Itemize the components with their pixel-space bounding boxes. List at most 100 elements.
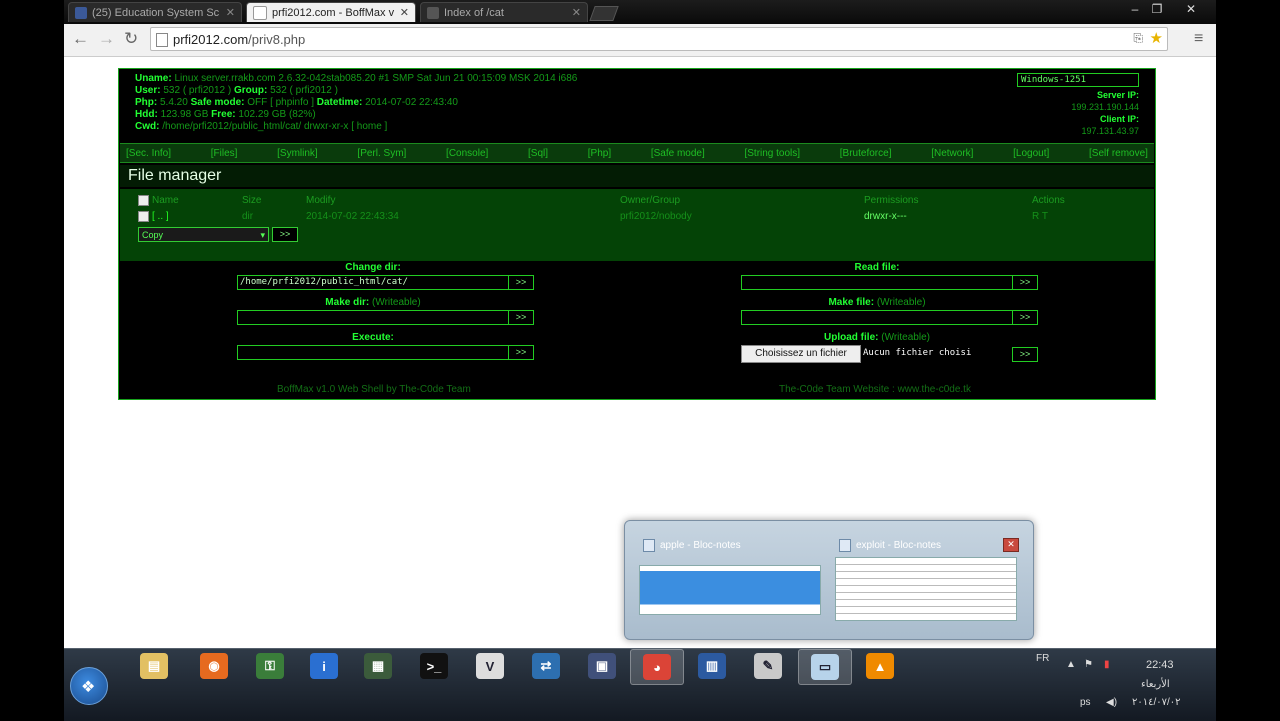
chrome-icon: ◕ [643,654,671,680]
col-size[interactable]: Size [242,195,261,206]
taskbar-app-paint[interactable]: ✎ [742,649,794,683]
taskbar-app-network-tool[interactable]: ⚿ [244,649,296,683]
network-icon[interactable]: ▮ [1104,659,1110,670]
speaker-icon[interactable]: ◀) [1106,697,1117,708]
forward-icon[interactable]: → [98,30,115,48]
home-link[interactable]: [ home ] [351,121,387,132]
taskbar-app-cmd[interactable]: >_ [408,649,460,683]
menu-perl-sym[interactable]: [Perl. Sym] [357,148,406,159]
taskbar-app-network-share[interactable]: ⇄ [520,649,572,683]
menu-logout[interactable]: [Logout] [1013,148,1049,159]
vmware-icon: V [476,653,504,679]
execute-input[interactable] [237,345,509,360]
make-dir-label: Make dir: (Writeable) [325,297,421,308]
preview-apple[interactable]: apple - Bloc-notes [643,539,741,552]
menu-string-tools[interactable]: [String tools] [744,148,800,159]
bookmark-star-icon[interactable]: ★ [1150,29,1163,47]
taskbar-app-remote-desktop[interactable]: ▥ [686,649,738,683]
choose-file-button[interactable]: Choisissez un fichier [741,345,861,363]
change-dir-go-button[interactable]: >> [508,275,534,290]
make-file-input[interactable] [741,310,1013,325]
row-permissions[interactable]: drwxr-x--- [864,211,907,222]
footer-website[interactable]: The-C0de Team Website : www.the-c0de.tk [779,384,971,395]
right-black-margin [1216,0,1280,720]
flag-icon[interactable]: ⚑ [1084,659,1093,670]
col-name[interactable]: Name [152,195,179,206]
tab-title: prfi2012.com - BoffMax v [272,6,395,19]
client-ip: 197.131.43.97 [1081,126,1139,136]
menu-symlink[interactable]: [Symlink] [277,148,318,159]
menu-self-remove[interactable]: [Self remove] [1089,148,1148,159]
system-tray: FR ▲ ⚑ ▮ ◀) ps 22:43 الأربعاء ٢٠١٤/٠٧/٠٢ [1036,649,1216,721]
translate-icon[interactable]: ⎘ [1133,31,1143,46]
web-shell-panel: Uname: Linux server.rrakb.com 2.6.32-042… [118,68,1156,400]
notepad-icon: ▭ [811,654,839,680]
taskbar-app-chrome[interactable]: ◕ [630,649,684,685]
tab-facebook[interactable]: (25) Education System Sc ✕ [68,2,242,22]
action-go-button[interactable]: >> [272,227,298,242]
row-actions[interactable]: R T [1032,211,1048,222]
reload-icon[interactable]: ↻ [124,30,138,48]
read-file-input[interactable] [741,275,1013,290]
tab-title: (25) Education System Sc [92,6,220,19]
thumbnail-exploit[interactable] [835,557,1017,621]
taskbar-app-utility[interactable]: ▣ [576,649,628,683]
read-file-go-button[interactable]: >> [1012,275,1038,290]
execute-label: Execute: [352,332,394,343]
taskbar-app-vlc[interactable]: ▲ [854,649,906,683]
address-bar[interactable]: prfi2012.com/priv8.php ⎘ ★ [150,27,1168,51]
info-icon: i [310,653,338,679]
taskbar-app-explorer[interactable]: ▤ [128,649,180,683]
col-permissions[interactable]: Permissions [864,195,918,206]
close-window-button[interactable]: ✕ [1180,0,1202,18]
back-icon[interactable]: ← [72,30,89,48]
tab-shell[interactable]: prfi2012.com - BoffMax v ✕ [246,2,416,22]
preview-exploit[interactable]: exploit - Bloc-notes [839,539,941,552]
make-dir-go-button[interactable]: >> [508,310,534,325]
remote-desktop-icon: ▥ [698,653,726,679]
tab-close-icon[interactable]: ✕ [226,6,235,19]
make-dir-input[interactable] [237,310,509,325]
client-ip-label: Client IP: [1099,114,1139,124]
action-select[interactable]: Copy ▾ [138,227,269,242]
clock-time[interactable]: 22:43 [1146,659,1174,671]
parent-dir-link[interactable]: [ .. ] [152,211,169,222]
menu-console[interactable]: [Console] [446,148,488,159]
menu-sec-info[interactable]: [Sec. Info] [126,148,171,159]
phpinfo-link[interactable]: [ phpinfo ] [270,97,314,108]
menu-php[interactable]: [Php] [588,148,611,159]
page-icon [427,6,439,19]
tab-index[interactable]: Index of /cat ✕ [420,2,588,22]
tab-close-icon[interactable]: ✕ [400,6,409,19]
menu-network[interactable]: [Network] [931,148,973,159]
language-indicator[interactable]: FR [1036,653,1049,664]
server-ip-label: Server IP: [1096,90,1139,100]
charset-select[interactable]: Windows-1251 [1017,73,1139,87]
start-button[interactable]: ❖ [70,667,108,705]
row-checkbox[interactable] [138,211,149,222]
minimize-button[interactable]: – [1124,0,1146,18]
thumbnail-apple[interactable] [639,565,821,615]
upload-go-button[interactable]: >> [1012,347,1038,362]
change-dir-input[interactable]: /home/prfi2012/public_html/cat/ [237,275,509,290]
menu-safe-mode[interactable]: [Safe mode] [651,148,705,159]
menu-files[interactable]: [Files] [211,148,238,159]
tray-arrow-icon[interactable]: ▲ [1066,659,1076,670]
preview-close-button[interactable]: ✕ [1003,538,1019,552]
taskbar-app-monitor[interactable]: ▦ [352,649,404,683]
execute-go-button[interactable]: >> [508,345,534,360]
col-owner[interactable]: Owner/Group [620,195,680,206]
menu-sql[interactable]: [Sql] [528,148,548,159]
new-tab-button[interactable] [589,6,619,21]
select-all-checkbox[interactable] [138,195,149,206]
taskbar-app-vmware[interactable]: V [464,649,516,683]
tab-close-icon[interactable]: ✕ [572,6,581,19]
taskbar-app-info[interactable]: i [298,649,350,683]
make-file-go-button[interactable]: >> [1012,310,1038,325]
menu-bruteforce[interactable]: [Bruteforce] [840,148,892,159]
taskbar-app-firefox[interactable]: ◉ [188,649,240,683]
restore-button[interactable]: ❐ [1146,0,1168,18]
menu-icon[interactable]: ≡ [1194,30,1203,48]
col-modify[interactable]: Modify [306,195,335,206]
taskbar-app-notepad[interactable]: ▭ [798,649,852,685]
